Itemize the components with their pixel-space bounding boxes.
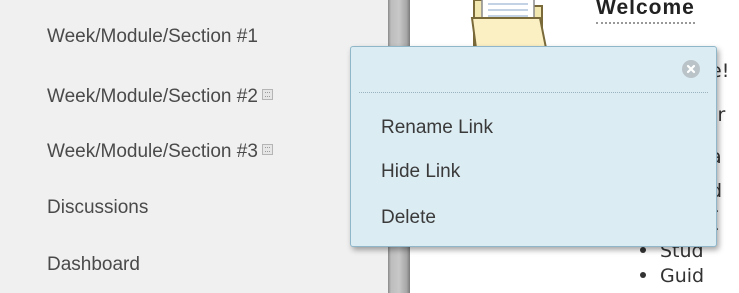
sidebar-item-discussions[interactable]: Discussions — [47, 190, 148, 226]
course-menu-sidebar: Week/Module/Section #1 Week/Module/Secti… — [0, 0, 388, 293]
delete-menu-item[interactable]: Delete — [381, 207, 436, 229]
sidebar-item-label: Discussions — [47, 197, 149, 218]
item-context-menu: Rename Link Hide Link Delete — [350, 46, 717, 247]
rename-link-menu-item[interactable]: Rename Link — [381, 117, 493, 139]
item-menu-icon[interactable] — [261, 144, 273, 156]
sidebar-item-label: Week/Module/Section #2 — [47, 86, 258, 107]
hide-link-menu-item[interactable]: Hide Link — [381, 161, 460, 183]
sidebar-item-label: Week/Module/Section #3 — [47, 141, 258, 162]
sidebar-item-section-2[interactable]: Week/Module/Section #2 — [47, 79, 273, 115]
list-item: Guid — [640, 265, 704, 287]
sidebar-item-label: Dashboard — [47, 254, 140, 275]
close-icon — [686, 64, 696, 74]
sidebar-item-section-1[interactable]: Week/Module/Section #1 — [47, 19, 258, 55]
folder-icon — [470, 0, 548, 49]
sidebar-item-label: Week/Module/Section #1 — [47, 26, 258, 47]
menu-divider — [359, 92, 708, 93]
item-menu-icon[interactable] — [261, 89, 273, 101]
sidebar-item-dashboard[interactable]: Dashboard — [47, 247, 140, 283]
sidebar-item-section-3[interactable]: Week/Module/Section #3 — [47, 134, 273, 170]
close-button[interactable] — [682, 60, 700, 78]
page-heading: Welcome — [596, 0, 695, 24]
